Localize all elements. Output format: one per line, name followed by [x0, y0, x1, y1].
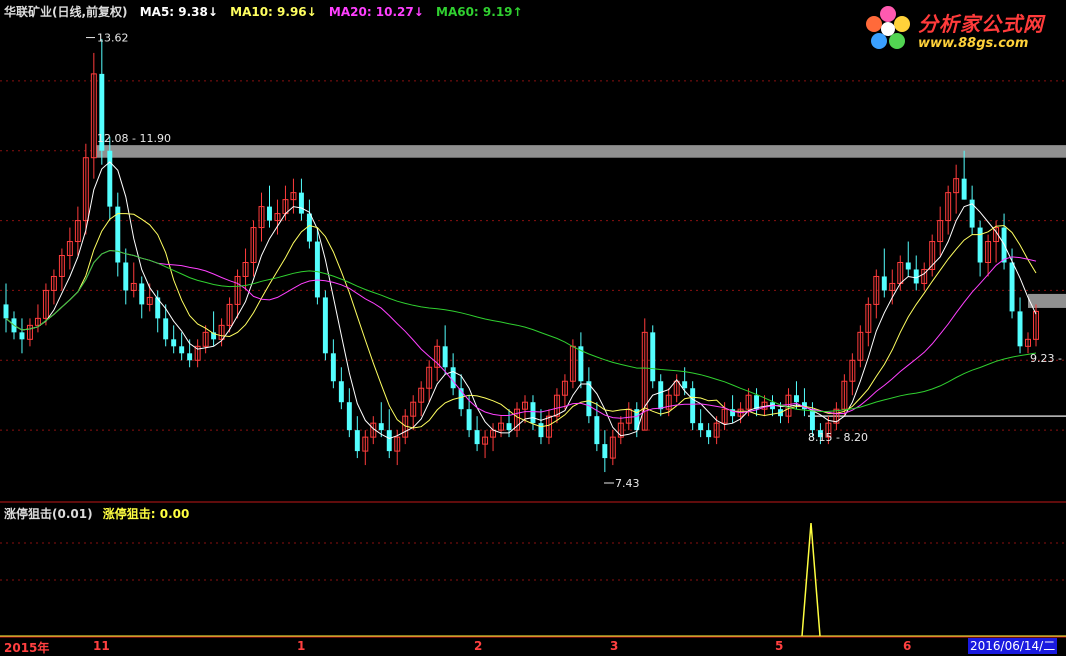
- candle-down: [793, 395, 799, 403]
- high-label: 13.62: [97, 32, 129, 45]
- candle-down: [905, 262, 911, 270]
- x-label-5: 5: [775, 639, 784, 653]
- moving-averages: [5, 161, 1037, 440]
- candle-down: [602, 444, 608, 459]
- candle-down: [530, 402, 536, 424]
- zone-bottom-label: 8.15 - 8.20: [808, 431, 868, 444]
- x-label-1: 1: [297, 639, 306, 653]
- ma20-line: [5, 249, 1037, 419]
- candle-down: [107, 150, 113, 207]
- candle-down: [466, 409, 472, 431]
- ma20-value: MA20: 10.27↓: [328, 5, 424, 19]
- candles-group[interactable]: [3, 38, 1039, 473]
- candle-down: [506, 423, 512, 431]
- sub-panel-header: 涨停狙击(0.01) 涨停狙击: 0.00: [4, 505, 195, 522]
- ma5-value: MA5: 9.38↓: [139, 5, 218, 19]
- logo-name: 分析家公式网: [918, 12, 1044, 36]
- candle-down: [306, 213, 312, 242]
- indicator-value: 涨停狙击: 0.00: [102, 507, 190, 521]
- candle-down: [1009, 262, 1015, 312]
- x-label-3: 3: [610, 639, 619, 653]
- grid-lines: [0, 80, 1066, 638]
- candle-down: [19, 332, 25, 340]
- right-price-zone: [1028, 293, 1066, 308]
- zone-top-label: 12.08 - 11.90: [97, 132, 171, 145]
- candle-down: [450, 367, 456, 389]
- flower-logo-icon: [866, 6, 910, 49]
- x-label-2: 2: [474, 639, 483, 653]
- candle-down: [123, 262, 129, 291]
- annotations: 13.62 12.08 - 11.90 7.43 8.15 - 8.20 9.23 - …: [86, 32, 1066, 490]
- candle-down: [706, 430, 712, 438]
- ma10-line: [5, 213, 1037, 429]
- candle-down: [538, 423, 544, 438]
- candle-down: [961, 178, 967, 200]
- candle-down: [474, 430, 480, 445]
- candle-down: [594, 416, 600, 445]
- candle-down: [690, 388, 696, 424]
- indicator-name: 涨停狙击(0.01): [4, 507, 93, 521]
- candle-down: [442, 346, 448, 368]
- candle-down: [346, 402, 352, 431]
- candle-down: [338, 381, 344, 403]
- candle-down: [330, 353, 336, 382]
- candle-down: [650, 332, 656, 382]
- x-label-6: 6: [903, 639, 912, 653]
- candle-down: [163, 318, 169, 340]
- candle-down: [314, 241, 320, 298]
- candle-down: [809, 409, 815, 431]
- candle-down: [378, 423, 384, 431]
- site-logo: 分析家公式网 www.88gs.com: [860, 4, 1060, 54]
- right-price-label: 9.23 - 9: [1030, 352, 1066, 365]
- candle-down: [322, 297, 328, 354]
- candle-down: [1017, 311, 1023, 347]
- candle-down: [698, 423, 704, 431]
- low-label: 7.43: [615, 477, 640, 490]
- candlestick-chart[interactable]: 13.62 12.08 - 11.90 7.43 8.15 - 8.20 9.23 - …: [0, 0, 1066, 654]
- candle-down: [3, 304, 9, 319]
- candle-down: [354, 430, 360, 452]
- candle-down: [977, 227, 983, 263]
- stock-title: 华联矿业(日线,前复权): [4, 5, 128, 19]
- candle-down: [187, 353, 193, 361]
- candle-down: [298, 192, 304, 214]
- candle-down: [658, 381, 664, 410]
- ma5-line: [5, 161, 1037, 440]
- x-label-11: 11: [93, 639, 110, 653]
- candle-down: [881, 276, 887, 291]
- current-date-box: 2016/06/14/二: [968, 638, 1058, 654]
- candle-down: [386, 430, 392, 452]
- logo-url: www.88gs.com: [918, 36, 1029, 51]
- ma10-value: MA10: 9.96↓: [230, 5, 317, 19]
- header-bar: 华联矿业(日线,前复权) MA5: 9.38↓ MA10: 9.96↓ MA20…: [4, 3, 531, 20]
- ma60-value: MA60: 9.19↑: [436, 5, 523, 19]
- candle-down: [179, 346, 185, 354]
- x-label-2015: 2015年: [4, 641, 50, 655]
- candle-down: [139, 283, 145, 305]
- candle-down: [682, 381, 688, 389]
- candle-down: [171, 339, 177, 347]
- candle-down: [267, 206, 272, 221]
- resistance-zone: [96, 145, 1066, 158]
